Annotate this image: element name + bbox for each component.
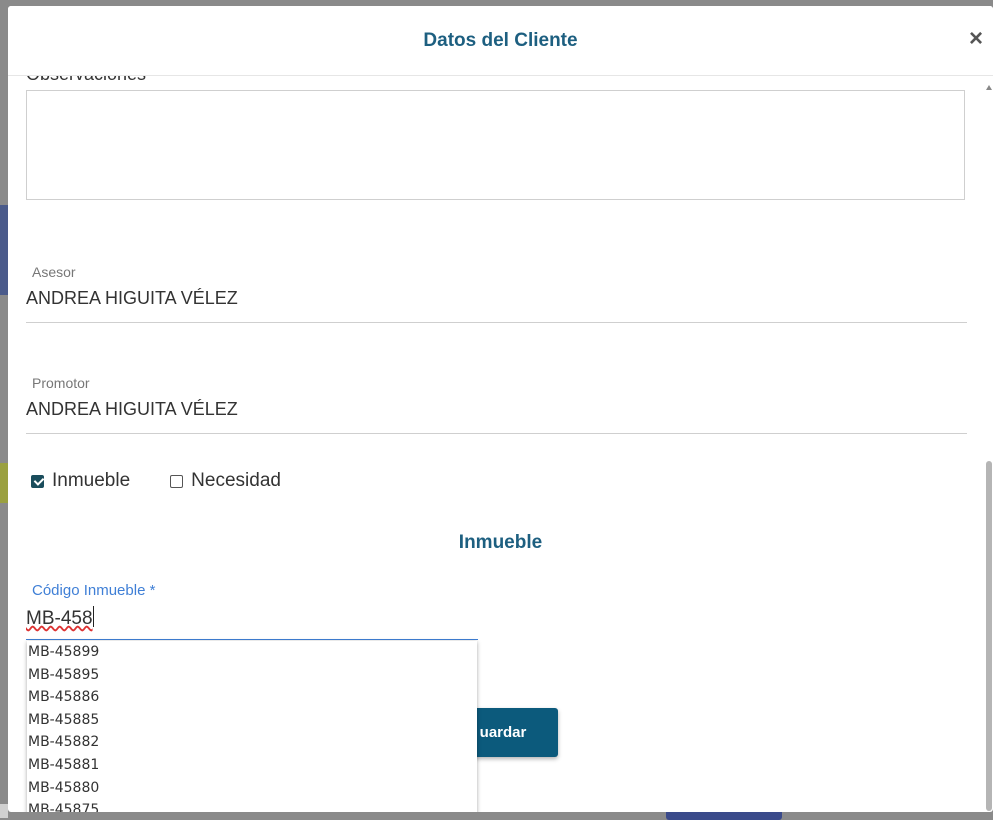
observaciones-textarea[interactable] [26,90,965,200]
asesor-underline [26,322,967,323]
modal-header: Datos del Cliente × [8,6,993,76]
background-panel [0,804,8,818]
codigo-inmueble-input[interactable]: MB-458 [26,606,94,630]
codigo-inmueble-label: Código Inmueble * [32,582,156,599]
inmueble-checkbox-item[interactable]: Inmueble [31,470,130,492]
autocomplete-option[interactable]: MB-45881 [27,754,477,777]
observaciones-label: Observaciones [26,76,146,85]
background-panel [0,463,8,503]
client-data-modal: Datos del Cliente × Observaciones Asesor… [8,6,993,812]
autocomplete-option[interactable]: MB-45886 [27,686,477,709]
codigo-inmueble-underline [26,639,478,640]
inmueble-checkbox[interactable] [31,474,44,488]
autocomplete-option[interactable]: MB-45882 [27,731,477,754]
type-checkboxes: Inmueble Necesidad [31,470,321,492]
necesidad-checkbox-item[interactable]: Necesidad [170,470,281,492]
close-icon[interactable]: × [965,27,987,51]
modal-title: Datos del Cliente [423,30,578,51]
codigo-inmueble-value: MB-458 [26,608,93,629]
text-caret [92,606,94,627]
asesor-field[interactable]: ANDREA HIGUITA VÉLEZ [26,288,238,309]
modal-body: Observaciones Asesor ANDREA HIGUITA VÉLE… [8,76,993,812]
promotor-field[interactable]: ANDREA HIGUITA VÉLEZ [26,399,238,420]
scroll-thumb[interactable] [986,461,992,811]
promotor-underline [26,433,967,434]
modal-scrollbar[interactable] [985,81,993,812]
asesor-label: Asesor [32,264,76,280]
necesidad-checkbox-label: Necesidad [191,470,281,491]
autocomplete-option[interactable]: MB-45895 [27,664,477,687]
autocomplete-dropdown: MB-45899 MB-45895 MB-45886 MB-45885 MB-4… [27,641,477,812]
background-panel [0,205,8,295]
autocomplete-option[interactable]: MB-45899 [27,641,477,664]
promotor-label: Promotor [32,375,90,391]
autocomplete-option[interactable]: MB-45880 [27,777,477,800]
inmueble-checkbox-label: Inmueble [52,470,131,491]
autocomplete-option[interactable]: MB-45885 [27,709,477,732]
inmueble-section-title: Inmueble [458,532,543,553]
autocomplete-option[interactable]: MB-45875 [27,799,477,812]
scroll-up-arrow-icon[interactable] [986,85,992,90]
necesidad-checkbox[interactable] [170,474,184,488]
